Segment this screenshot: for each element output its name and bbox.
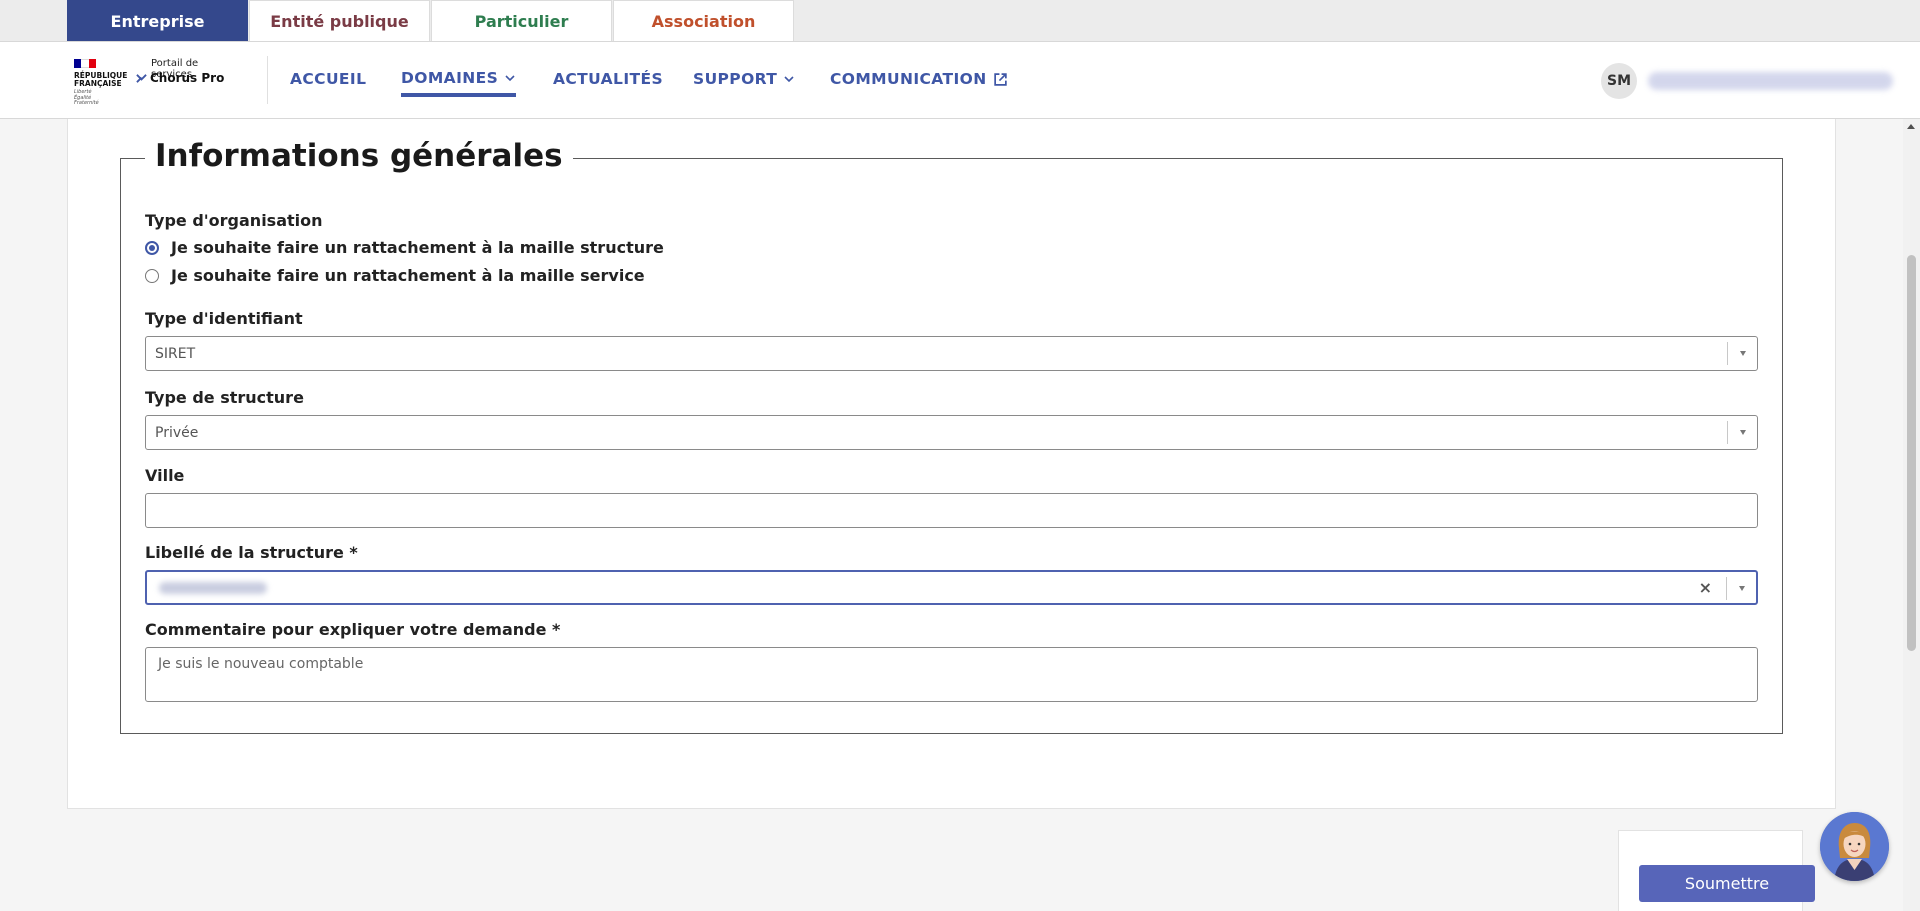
tab-entreprise[interactable]: Entreprise [67, 0, 248, 47]
select-divider [1727, 421, 1728, 444]
caret-down-icon[interactable] [1739, 586, 1745, 591]
user-email-redacted[interactable] [1648, 72, 1893, 90]
republic-motto: Liberté Égalité Fraternité [74, 89, 99, 106]
assistant-avatar-icon [1820, 812, 1889, 881]
radio-maille-structure[interactable]: Je souhaite faire un rattachement à la m… [145, 238, 664, 257]
nav-accueil[interactable]: ACCUEIL [290, 70, 366, 88]
radio-maille-service[interactable]: Je souhaite faire un rattachement à la m… [145, 266, 645, 285]
select-value: SIRET [155, 346, 196, 362]
nav-actualites[interactable]: ACTUALITÉS [553, 70, 663, 88]
section-title: Informations générales [145, 138, 573, 174]
header-divider [267, 56, 268, 104]
french-flag-icon [74, 59, 96, 68]
nav-support[interactable]: SUPPORT [693, 70, 795, 88]
radio-button-checked[interactable] [145, 240, 159, 255]
product-name: Chorus Pro [136, 71, 224, 85]
tab-entite-publique[interactable]: Entité publique [249, 0, 430, 41]
comment-textarea[interactable]: Je suis le nouveau comptable [145, 647, 1758, 702]
page-scrollbar[interactable] [1903, 119, 1920, 911]
chevron-down-icon [784, 76, 794, 83]
tab-association[interactable]: Association [613, 0, 794, 41]
radio-label: Je souhaite faire un rattachement à la m… [171, 238, 664, 257]
audience-tab-bar: Entreprise Entité publique Particulier A… [0, 0, 1920, 47]
chorus-logo-icon [136, 73, 147, 83]
org-type-label: Type d'organisation [145, 211, 323, 230]
scroll-up-arrow-icon[interactable] [1907, 124, 1915, 129]
structure-value-redacted [159, 582, 267, 594]
nav-communication[interactable]: COMMUNICATION [830, 70, 1008, 88]
nav-domaines[interactable]: DOMAINES [401, 69, 517, 97]
scroll-thumb[interactable] [1907, 255, 1916, 651]
user-avatar[interactable]: SM [1601, 63, 1637, 99]
identifier-type-label: Type d'identifiant [145, 309, 303, 328]
select-value: Privée [155, 425, 199, 441]
select-divider [1726, 577, 1727, 600]
site-header: RÉPUBLIQUE FRANÇAISE Liberté Égalité Fra… [0, 41, 1920, 119]
chorus-pro-logo[interactable]: RÉPUBLIQUE FRANÇAISE Liberté Égalité Fra… [72, 55, 236, 107]
structure-label-label: Libellé de la structure * [145, 543, 358, 562]
external-link-icon [993, 72, 1007, 86]
city-label: Ville [145, 466, 185, 485]
structure-label-select[interactable]: × [145, 570, 1758, 605]
identifier-type-select[interactable]: SIRET [145, 336, 1758, 371]
chevron-down-icon [505, 75, 515, 82]
submit-button[interactable]: Soumettre [1639, 865, 1815, 902]
clear-icon[interactable]: × [1699, 578, 1712, 597]
tab-particulier[interactable]: Particulier [431, 0, 612, 41]
radio-button-unchecked[interactable] [145, 268, 159, 283]
caret-down-icon[interactable] [1740, 351, 1746, 356]
structure-type-label: Type de structure [145, 388, 304, 407]
republic-label: RÉPUBLIQUE FRANÇAISE [74, 71, 128, 88]
city-input[interactable] [145, 493, 1758, 528]
radio-label: Je souhaite faire un rattachement à la m… [171, 266, 645, 285]
caret-down-icon[interactable] [1740, 430, 1746, 435]
structure-type-select[interactable]: Privée [145, 415, 1758, 450]
assistant-avatar-button[interactable] [1820, 812, 1889, 881]
select-divider [1727, 342, 1728, 365]
comment-label: Commentaire pour expliquer votre demande… [145, 620, 561, 639]
